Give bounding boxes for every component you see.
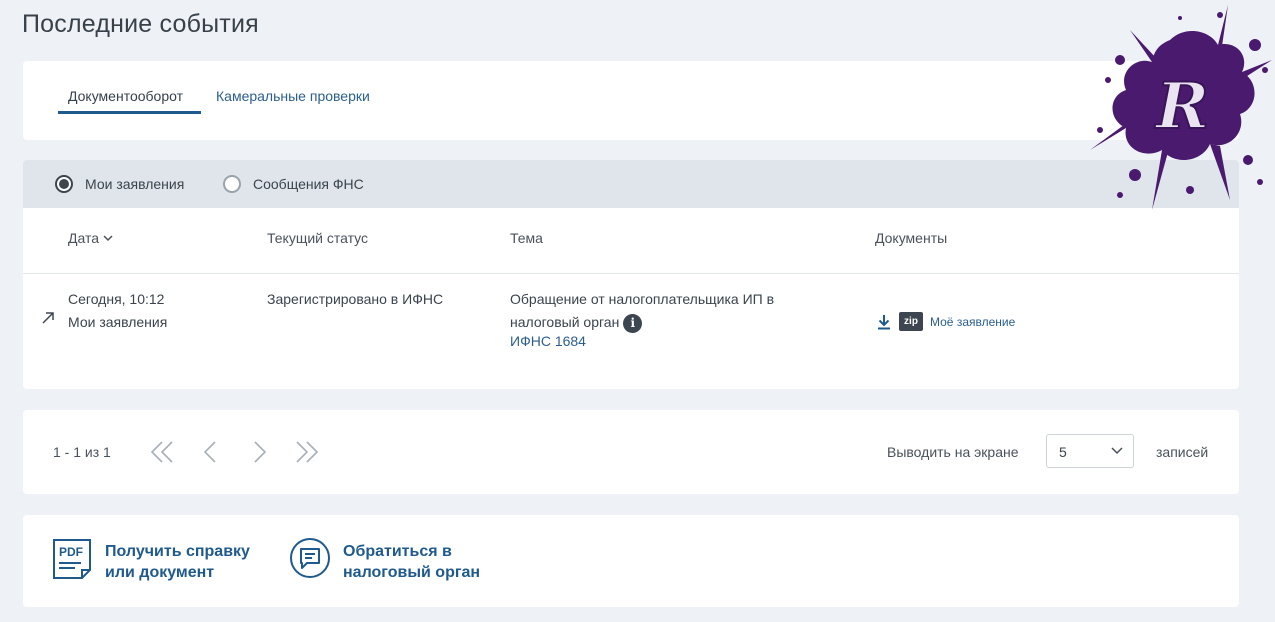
row-source: Мои заявления [68, 314, 168, 330]
action-label-line2: налоговый орган [343, 564, 481, 581]
per-page-value: 5 [1059, 444, 1067, 460]
pagination-range: 1 - 1 из 1 [53, 444, 111, 460]
row-topic: Обращение от налогоплательщика ИП в нало… [510, 291, 775, 330]
document-download-link[interactable]: zip Моё заявление [877, 312, 1015, 331]
quick-actions: PDF Получить справку или документ Обрати… [23, 515, 1239, 607]
column-header-topic: Тема [510, 230, 543, 246]
tab-desk-audits[interactable]: Камеральные проверки [216, 88, 370, 104]
chevron-down-icon [103, 234, 113, 241]
radio-fns-messages[interactable]: Сообщения ФНС [223, 175, 364, 193]
events-table: Мои заявления Сообщения ФНС Дата Текущий… [23, 160, 1239, 389]
tabs-card: Документооборот Камеральные проверки [23, 61, 1239, 140]
per-page-label: Выводить на экране [887, 444, 1019, 460]
header-divider [23, 273, 1239, 274]
column-header-documents: Документы [875, 230, 948, 246]
document-label: Моё заявление [930, 314, 1016, 329]
column-header-label: Дата [68, 230, 100, 246]
radio-unchecked-icon [223, 175, 241, 193]
first-page-icon[interactable] [148, 438, 176, 466]
row-date-cell: Сегодня, 10:12 Мои заявления [68, 288, 167, 334]
download-icon [878, 314, 890, 329]
next-page-icon[interactable] [245, 438, 273, 466]
row-status: Зарегистрировано в ИФНС [267, 291, 444, 307]
action-label-line1: Обратиться в [343, 543, 452, 560]
column-header-status: Текущий статус [267, 230, 369, 246]
tab-document-flow[interactable]: Документооборот [68, 88, 183, 104]
radio-checked-icon [55, 175, 73, 193]
svg-text:PDF: PDF [59, 545, 83, 559]
row-date: Сегодня, 10:12 [68, 291, 165, 307]
row-topic-cell: Обращение от налогоплательщика ИП в нало… [510, 288, 810, 353]
action-label-line1: Получить справку [105, 543, 250, 560]
radio-my-applications[interactable]: Мои заявления [55, 175, 184, 193]
inspection-link[interactable]: ИФНС 1684 [510, 330, 810, 353]
records-label: записей [1156, 444, 1209, 460]
chevron-down-icon [1111, 447, 1123, 455]
get-certificate-button[interactable]: PDF Получить справку или документ [51, 537, 250, 583]
info-icon[interactable]: i [623, 313, 643, 333]
column-header-date[interactable]: Дата [68, 230, 113, 246]
zip-file-icon: zip [899, 312, 923, 331]
previous-page-icon[interactable] [197, 438, 225, 466]
action-label-line2: или документ [105, 564, 215, 581]
radio-label: Сообщения ФНС [253, 176, 364, 192]
chat-bubble-icon [290, 538, 330, 578]
last-page-icon[interactable] [293, 438, 321, 466]
pagination-bar: 1 - 1 из 1 Выводить на экране 5 записей [23, 410, 1239, 494]
page-title: Последние события [22, 10, 259, 38]
filter-bar: Мои заявления Сообщения ФНС [23, 160, 1239, 208]
pdf-document-icon: PDF [53, 539, 91, 579]
contact-tax-authority-button[interactable]: Обратиться в налоговый орган [289, 537, 480, 583]
arrow-up-right-icon[interactable] [41, 311, 55, 325]
radio-label: Мои заявления [85, 176, 185, 192]
active-tab-indicator [58, 111, 201, 114]
per-page-select[interactable]: 5 [1046, 434, 1134, 468]
